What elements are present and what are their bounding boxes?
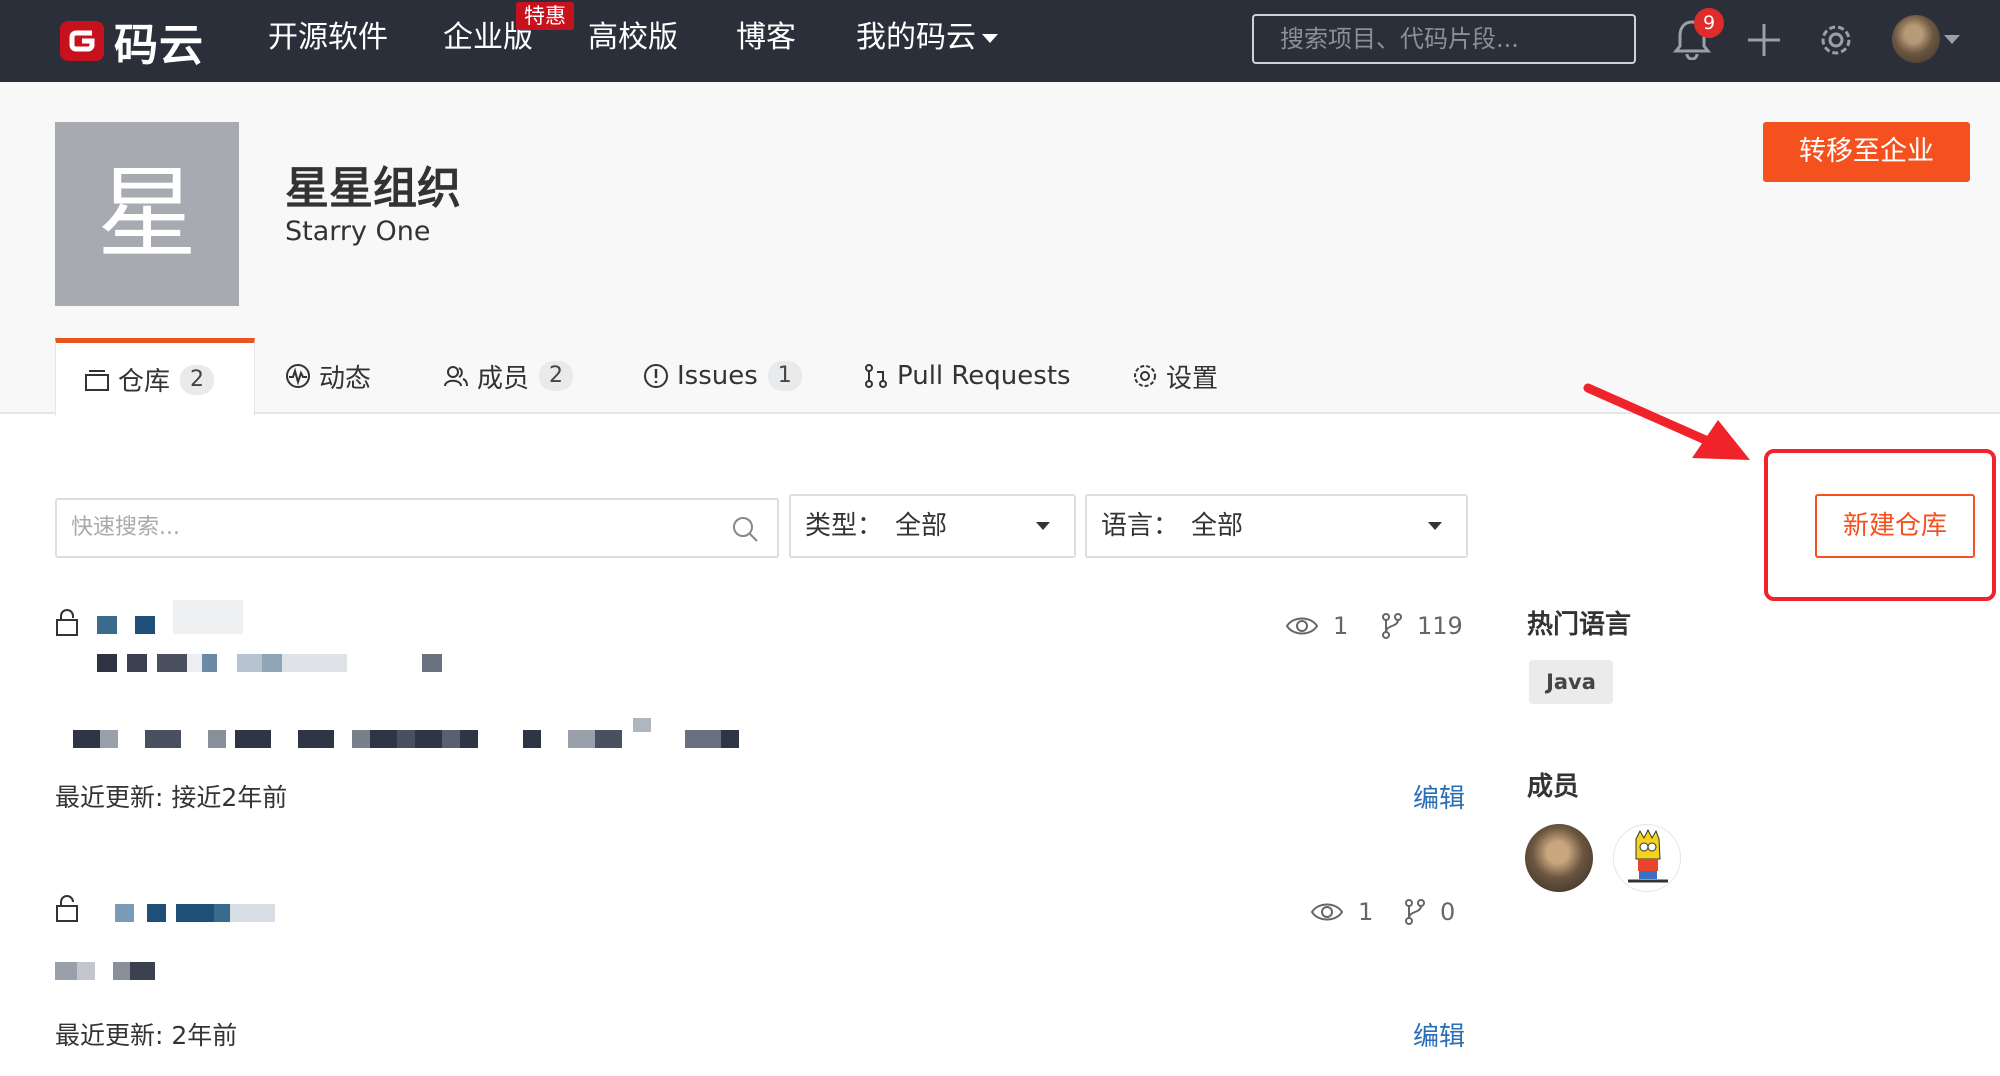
- redacted-repo-name[interactable]: [135, 616, 155, 634]
- forks-count: 119: [1417, 612, 1463, 640]
- org-name: 星星组织: [285, 163, 461, 214]
- nav-education[interactable]: 高校版: [588, 18, 678, 58]
- nav-blog[interactable]: 博客: [736, 18, 796, 58]
- notification-count-badge: 9: [1694, 8, 1724, 38]
- language-tag[interactable]: Java: [1529, 660, 1613, 704]
- watchers-count: 1: [1358, 898, 1374, 926]
- repo-edit-link[interactable]: 编辑: [1413, 778, 1465, 815]
- quick-search-input[interactable]: 快速搜索...: [55, 498, 779, 558]
- type-select[interactable]: 类型： 全部: [789, 494, 1076, 558]
- tab-issues[interactable]: Issues 1: [643, 338, 802, 414]
- promo-badge: 特惠: [516, 2, 574, 30]
- new-repository-button[interactable]: 新建仓库: [1815, 494, 1975, 558]
- gear-icon: [1134, 365, 1156, 387]
- watchers-count: 1: [1333, 612, 1349, 640]
- eye-icon: [1285, 617, 1319, 635]
- repo-list-item: 1 119 最近更新: 接近2年前 编辑: [55, 600, 1467, 820]
- type-select-label: 类型：: [805, 511, 884, 541]
- redacted-repo-name: [173, 600, 243, 634]
- repo-updated-time: 最近更新: 2年前: [55, 1021, 238, 1050]
- unlock-icon: [56, 895, 78, 922]
- tab-label: 仓库: [118, 367, 171, 397]
- issue-icon: [644, 364, 668, 388]
- gitee-logo-icon: [60, 21, 104, 61]
- fork-icon: [1382, 613, 1402, 639]
- forks-count: 0: [1440, 898, 1456, 926]
- gear-icon[interactable]: [1816, 20, 1856, 60]
- nav-open-source[interactable]: 开源软件: [268, 18, 388, 58]
- language-select[interactable]: 语言： 全部: [1085, 494, 1468, 558]
- watchers-stat[interactable]: 1: [1285, 612, 1348, 640]
- org-header: 星 星星组织 Starry One 转移至企业 仓库 2 动态 成员 2 Iss…: [0, 82, 2000, 416]
- top-nav: 码云 开源软件 企业版 特惠 高校版 博客 我的码云 搜索项目、代码片段... …: [0, 0, 2000, 82]
- members-title: 成员: [1527, 772, 1580, 802]
- language-select-value: 全部: [1191, 511, 1244, 541]
- user-avatar[interactable]: [1892, 15, 1940, 63]
- forks-stat[interactable]: 119: [1381, 612, 1463, 640]
- nav-my-gitee[interactable]: 我的码云: [856, 18, 998, 58]
- watchers-stat[interactable]: 1: [1310, 898, 1373, 926]
- transfer-to-enterprise-button[interactable]: 转移至企业: [1763, 122, 1970, 182]
- pull-request-icon: [865, 364, 887, 388]
- tab-label: Pull Requests: [897, 361, 1071, 391]
- redacted-repo-path: [97, 654, 347, 672]
- tab-label: Issues: [677, 361, 758, 391]
- tab-settings[interactable]: 设置: [1132, 338, 1218, 414]
- repo-list-item: 1 0 最近更新: 2年前 编辑: [55, 888, 1467, 1058]
- eye-icon: [1310, 903, 1344, 921]
- redacted-repo-description: [633, 718, 651, 732]
- cartoon-avatar-icon: [1628, 828, 1668, 883]
- tab-count: 2: [180, 364, 215, 395]
- redacted-repo-path: [422, 654, 442, 672]
- chevron-down-icon: [1428, 522, 1442, 530]
- redacted-repo-description: [55, 962, 155, 980]
- search-icon: [733, 517, 758, 542]
- logo-text: 码云: [114, 20, 204, 71]
- repo-updated-time: 最近更新: 接近2年前: [55, 783, 288, 812]
- repo-icon: [85, 369, 109, 391]
- org-avatar: 星: [55, 122, 239, 306]
- chevron-down-icon[interactable]: [1944, 35, 1960, 44]
- fork-icon: [1405, 899, 1425, 925]
- tab-pull-requests[interactable]: Pull Requests: [863, 338, 1071, 414]
- member-avatar[interactable]: [1525, 824, 1593, 892]
- logo[interactable]: 码云: [58, 13, 204, 71]
- redacted-repo-name[interactable]: [97, 616, 117, 634]
- language-select-label: 语言：: [1101, 511, 1180, 541]
- lock-icon: [56, 609, 78, 636]
- forks-stat[interactable]: 0: [1404, 898, 1455, 926]
- redacted-repo-name[interactable]: [115, 904, 275, 922]
- nav-my-gitee-label: 我的码云: [856, 20, 976, 55]
- tab-members[interactable]: 成员 2: [443, 338, 574, 414]
- members-icon: [444, 366, 468, 387]
- tab-count: 1: [767, 361, 802, 391]
- org-subtitle: Starry One: [285, 216, 431, 247]
- global-search-input[interactable]: 搜索项目、代码片段...: [1252, 14, 1636, 64]
- tab-label: 成员: [477, 363, 530, 394]
- annotation-arrow-icon: [1583, 383, 1750, 460]
- tab-label: 设置: [1166, 363, 1219, 394]
- chevron-down-icon: [982, 34, 998, 43]
- activity-icon: [286, 364, 310, 388]
- tab-count: 2: [539, 361, 574, 391]
- tab-activity[interactable]: 动态: [285, 338, 371, 414]
- hot-languages-title: 热门语言: [1527, 610, 1632, 640]
- repo-edit-link[interactable]: 编辑: [1413, 1016, 1465, 1053]
- chevron-down-icon: [1036, 522, 1050, 530]
- type-select-value: 全部: [895, 511, 948, 541]
- redacted-repo-description: [55, 730, 955, 748]
- member-avatar[interactable]: [1613, 824, 1681, 892]
- plus-icon[interactable]: [1746, 22, 1782, 58]
- tab-label: 动态: [319, 363, 372, 394]
- tab-repositories[interactable]: 仓库 2: [55, 338, 255, 416]
